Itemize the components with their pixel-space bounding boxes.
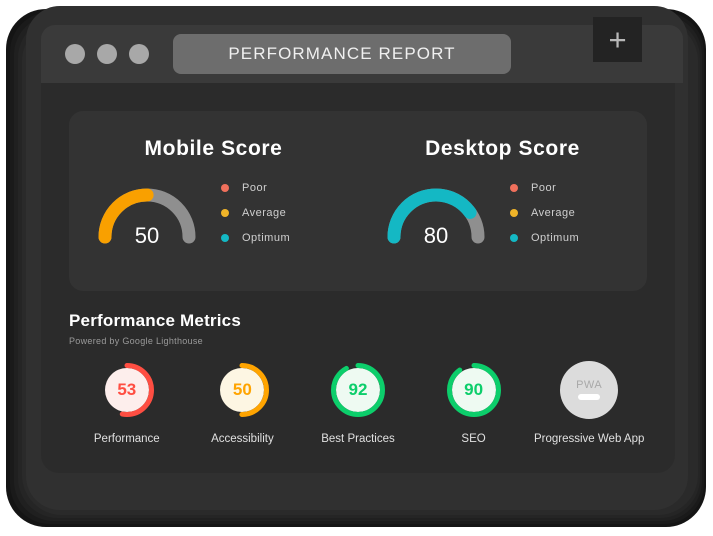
desktop-legend: Poor Average Optimum bbox=[510, 178, 579, 244]
metric-progressive-web-app[interactable]: PWA Progressive Web App bbox=[533, 361, 645, 445]
metric-accessibility[interactable]: 50 Accessibility bbox=[186, 361, 298, 445]
legend-label-optimum: Optimum bbox=[531, 232, 580, 244]
legend-label-average: Average bbox=[242, 207, 287, 219]
performance-label: Performance bbox=[93, 433, 160, 445]
legend-dot-optimum-icon bbox=[221, 234, 229, 242]
accessibility-label: Accessibility bbox=[211, 433, 274, 445]
metrics-header: Performance Metrics Powered by Google Li… bbox=[69, 311, 241, 346]
pwa-badge-icon: PWA bbox=[560, 361, 619, 419]
desktop-score-gauge: 80 bbox=[380, 175, 492, 248]
legend-dot-average-icon bbox=[510, 209, 518, 217]
seo-value: 90 bbox=[464, 380, 484, 399]
close-dot-icon[interactable] bbox=[129, 44, 149, 64]
plus-icon: + bbox=[608, 22, 627, 57]
new-tab-button[interactable]: + bbox=[593, 17, 642, 62]
metric-ring-performance: 53 bbox=[98, 361, 156, 419]
legend-label-poor: Poor bbox=[242, 182, 268, 194]
legend-item-average: Average bbox=[221, 207, 290, 219]
maximize-dot-icon[interactable] bbox=[97, 44, 117, 64]
metric-ring-seo: 90 bbox=[445, 361, 503, 419]
legend-item-average-desktop: Average bbox=[510, 207, 579, 219]
mobile-legend: Poor Average Optimum bbox=[221, 178, 290, 244]
desktop-score-panel: Desktop Score 80 Poor Average Optimum bbox=[358, 111, 647, 291]
legend-item-optimum: Optimum bbox=[221, 232, 290, 244]
pwa-badge-bar bbox=[578, 393, 601, 400]
mobile-score-value: 50 bbox=[134, 223, 160, 248]
window-content: Mobile Score 50 Poor Average Optimum Des… bbox=[41, 83, 675, 473]
legend-label-poor: Poor bbox=[531, 182, 557, 194]
metric-best-practices[interactable]: 92 Best Practices bbox=[302, 361, 414, 445]
legend-label-optimum: Optimum bbox=[242, 232, 291, 244]
best-practices-label: Best Practices bbox=[321, 433, 395, 445]
desktop-score-row: 80 Poor Average Optimum bbox=[358, 175, 647, 248]
accessibility-value: 50 bbox=[232, 380, 252, 399]
metrics-row: 53 Performance 50 Accessibility 92 Best … bbox=[69, 361, 647, 445]
mobile-score-gauge: 50 bbox=[91, 175, 203, 248]
desktop-score-title: Desktop Score bbox=[425, 137, 580, 160]
legend-item-optimum-desktop: Optimum bbox=[510, 232, 579, 244]
desktop-score-value: 80 bbox=[423, 223, 449, 248]
minimize-dot-icon[interactable] bbox=[65, 44, 85, 64]
best-practices-value: 92 bbox=[348, 380, 368, 399]
mobile-score-title: Mobile Score bbox=[144, 137, 283, 160]
mobile-score-panel: Mobile Score 50 Poor Average Optimum bbox=[69, 111, 358, 291]
pwa-label: Progressive Web App bbox=[533, 433, 645, 445]
metric-seo[interactable]: 90 SEO bbox=[418, 361, 530, 445]
pwa-badge-text: PWA bbox=[576, 378, 603, 391]
mobile-score-row: 50 Poor Average Optimum bbox=[69, 175, 358, 248]
performance-value: 53 bbox=[117, 380, 137, 399]
legend-item-poor-desktop: Poor bbox=[510, 182, 579, 194]
metrics-subtitle: Powered by Google Lighthouse bbox=[69, 336, 203, 346]
legend-dot-poor-icon bbox=[510, 184, 518, 192]
title-bar: PERFORMANCE REPORT bbox=[41, 25, 683, 83]
legend-label-average: Average bbox=[531, 207, 576, 219]
traffic-lights bbox=[65, 44, 149, 64]
seo-label: SEO bbox=[461, 433, 486, 445]
metric-performance[interactable]: 53 Performance bbox=[71, 361, 183, 445]
metric-ring-accessibility: 50 bbox=[213, 361, 271, 419]
scores-card: Mobile Score 50 Poor Average Optimum Des… bbox=[69, 111, 647, 291]
tab-label: PERFORMANCE REPORT bbox=[228, 44, 456, 63]
metric-ring-best-practices: 92 bbox=[329, 361, 387, 419]
tab-performance-report[interactable]: PERFORMANCE REPORT bbox=[173, 34, 511, 74]
metrics-title: Performance Metrics bbox=[69, 311, 241, 330]
legend-dot-poor-icon bbox=[221, 184, 229, 192]
legend-dot-optimum-icon bbox=[510, 234, 518, 242]
legend-dot-average-icon bbox=[221, 209, 229, 217]
legend-item-poor: Poor bbox=[221, 182, 290, 194]
screenshot-root: PERFORMANCE REPORT + Mobile Score 50 Poo… bbox=[0, 0, 713, 536]
